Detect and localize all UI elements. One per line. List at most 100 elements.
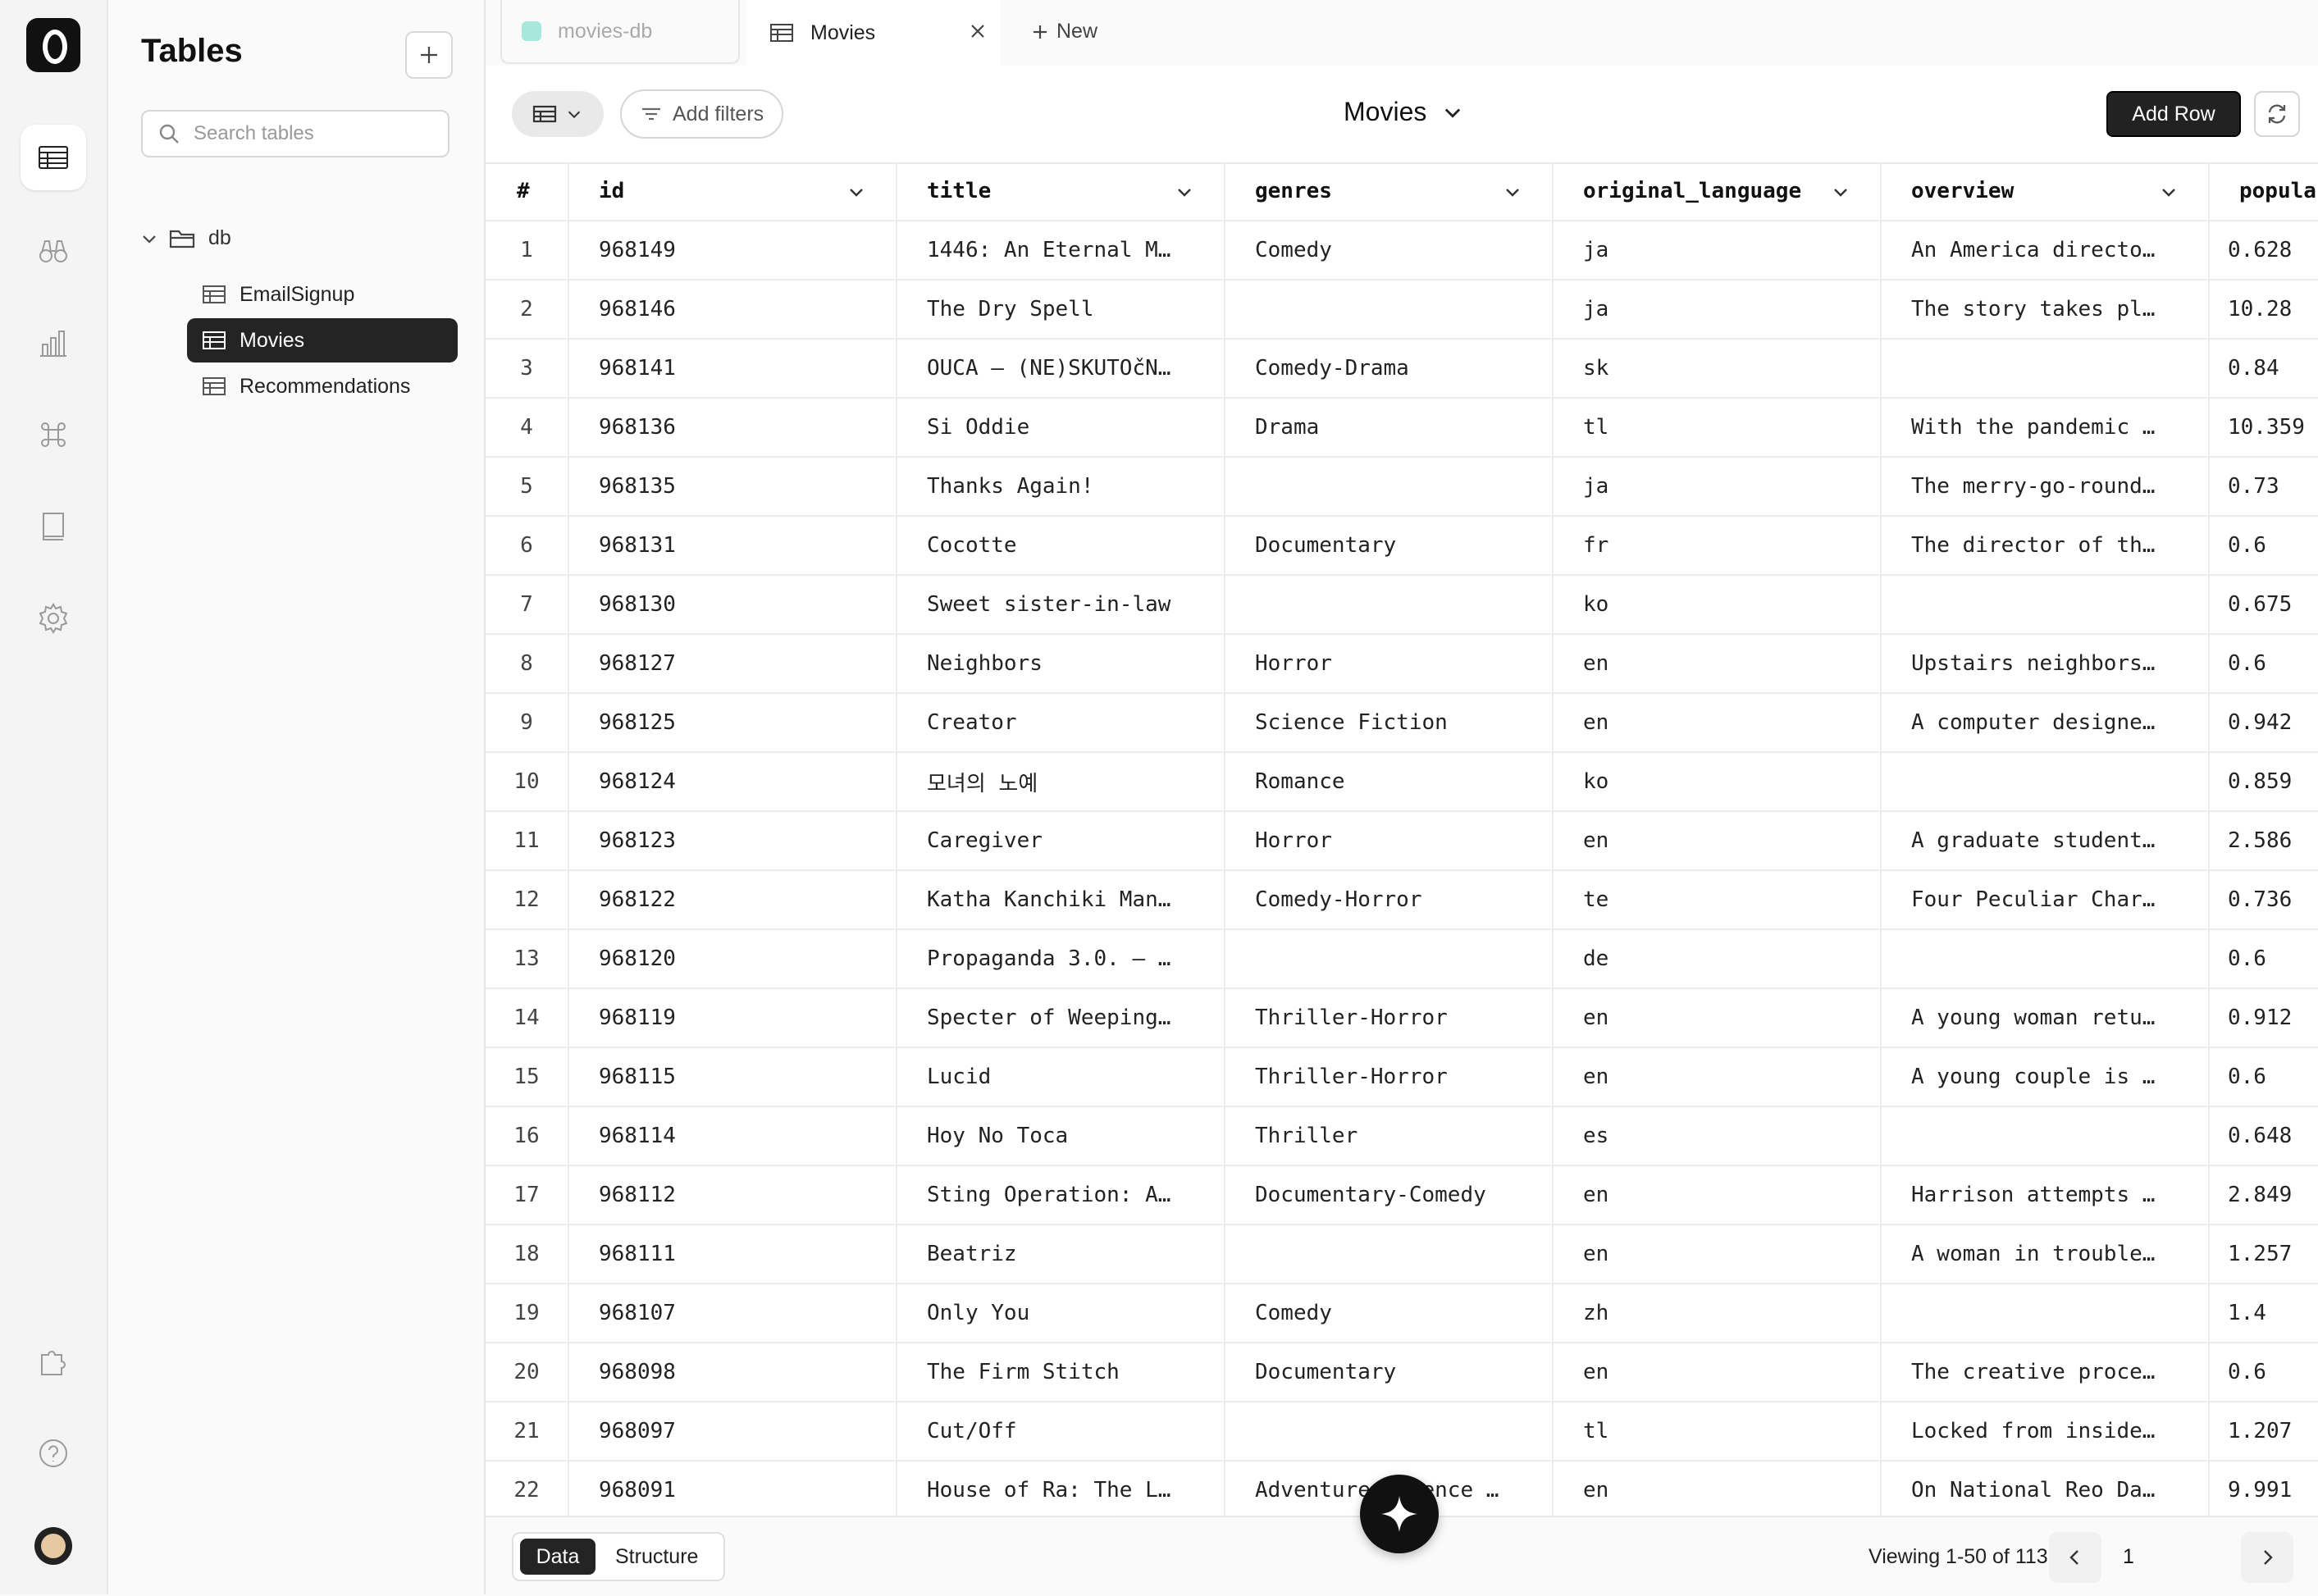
col-original-language-cell[interactable]: en — [1554, 694, 1882, 751]
col-id-cell[interactable]: 968123 — [569, 812, 897, 869]
col-original-language-cell[interactable]: en — [1554, 1225, 1882, 1283]
book-icon[interactable] — [21, 494, 86, 559]
close-tab-button[interactable] — [968, 21, 988, 41]
col-number-cell[interactable]: 18 — [486, 1225, 569, 1283]
col-id-cell[interactable]: 968115 — [569, 1048, 897, 1106]
col-overview-cell[interactable]: Upstairs neighbors… — [1882, 635, 2210, 692]
help-icon[interactable] — [21, 1420, 86, 1486]
col-original-language-cell[interactable]: ja — [1554, 458, 1882, 515]
col-genres-cell[interactable]: Comedy-Drama — [1225, 340, 1554, 397]
col-popularity-cell[interactable]: 9.991 — [2210, 1461, 2318, 1516]
col-popularity-cell[interactable]: 0.6 — [2210, 930, 2318, 987]
col-genres-cell[interactable] — [1225, 1402, 1554, 1460]
col-popularity-cell[interactable]: 0.6 — [2210, 1048, 2318, 1106]
table-row[interactable]: 16 968114 Hoy No Toca Thriller es 0.648 — [486, 1107, 2318, 1166]
col-overview-cell[interactable]: A young couple is … — [1882, 1048, 2210, 1106]
col-number-cell[interactable]: 17 — [486, 1166, 569, 1224]
gear-icon[interactable] — [21, 586, 86, 651]
col-number-cell[interactable]: 14 — [486, 989, 569, 1047]
table-row[interactable]: 1 968149 1446: An Eternal M… Comedy ja An Ame… — [486, 221, 2318, 280]
col-number-cell[interactable]: 4 — [486, 399, 569, 456]
col-id-cell[interactable]: 968149 — [569, 221, 897, 279]
col-number-cell[interactable]: 5 — [486, 458, 569, 515]
col-title-cell[interactable]: Thanks Again! — [897, 458, 1225, 515]
col-genres-cell[interactable]: Thriller — [1225, 1107, 1554, 1165]
table-row[interactable]: 18 968111 Beatriz en A woman in trouble… 1.25… — [486, 1225, 2318, 1284]
col-popularity-cell[interactable]: 1.4 — [2210, 1284, 2318, 1342]
col-id-cell[interactable]: 968146 — [569, 280, 897, 338]
col-number-cell[interactable]: 16 — [486, 1107, 569, 1165]
col-title-cell[interactable]: 모녀의 노예 — [897, 753, 1225, 810]
new-tab-button[interactable]: New — [1030, 20, 1097, 43]
add-row-button[interactable]: Add Row — [2106, 91, 2241, 137]
col-id-cell[interactable]: 968141 — [569, 340, 897, 397]
col-popularity-cell[interactable]: 0.736 — [2210, 871, 2318, 928]
col-title-cell[interactable]: The Firm Stitch — [897, 1343, 1225, 1401]
col-original-language-cell[interactable]: ja — [1554, 221, 1882, 279]
add-table-button[interactable] — [405, 31, 453, 79]
col-original-language-cell[interactable]: ja — [1554, 280, 1882, 338]
puzzle-icon[interactable] — [21, 1329, 86, 1394]
col-overview-cell[interactable] — [1882, 753, 2210, 810]
tab-movies[interactable]: Movies — [746, 0, 1001, 66]
col-title-cell[interactable]: Lucid — [897, 1048, 1225, 1106]
col-overview-cell[interactable]: Locked from inside… — [1882, 1402, 2210, 1460]
chevron-down-icon[interactable] — [1831, 182, 1850, 202]
col-title-cell[interactable]: Hoy No Toca — [897, 1107, 1225, 1165]
ai-assistant-button[interactable] — [1360, 1475, 1439, 1553]
col-original-language-cell[interactable]: sk — [1554, 340, 1882, 397]
col-overview-cell[interactable]: On National Reo Da… — [1882, 1461, 2210, 1516]
col-title-cell[interactable]: OUCA – (NE)SKUTOčN… — [897, 340, 1225, 397]
col-number-cell[interactable]: 3 — [486, 340, 569, 397]
user-avatar[interactable] — [34, 1527, 72, 1565]
col-title-cell[interactable]: Propaganda 3.0. – … — [897, 930, 1225, 987]
col-overview-header[interactable]: overview — [1882, 162, 2210, 220]
col-title-cell[interactable]: Cocotte — [897, 517, 1225, 574]
col-id-cell[interactable]: 968135 — [569, 458, 897, 515]
search-tables-input[interactable] — [192, 121, 441, 146]
table-row[interactable]: 5 968135 Thanks Again! ja The merry-go-round… — [486, 458, 2318, 517]
col-original-language-cell[interactable]: de — [1554, 930, 1882, 987]
col-original-language-cell[interactable]: es — [1554, 1107, 1882, 1165]
table-row[interactable]: 4 968136 Si Oddie Drama tl With the pandemic … — [486, 399, 2318, 458]
sidebar-item-recommendations[interactable]: Recommendations — [187, 364, 458, 408]
col-genres-cell[interactable] — [1225, 576, 1554, 633]
col-title-cell[interactable]: Beatriz — [897, 1225, 1225, 1283]
prev-page-button[interactable] — [2049, 1532, 2101, 1583]
col-popularity-cell[interactable]: 1.207 — [2210, 1402, 2318, 1460]
col-popularity-cell[interactable]: 0.648 — [2210, 1107, 2318, 1165]
col-id-cell[interactable]: 968091 — [569, 1461, 897, 1516]
col-original-language-cell[interactable]: en — [1554, 1343, 1882, 1401]
col-genres-cell[interactable]: Documentary — [1225, 517, 1554, 574]
col-popularity-cell[interactable]: 0.912 — [2210, 989, 2318, 1047]
col-original-language-cell[interactable]: en — [1554, 812, 1882, 869]
table-row[interactable]: 6 968131 Cocotte Documentary fr The director … — [486, 517, 2318, 576]
table-row[interactable]: 20 968098 The Firm Stitch Documentary en The … — [486, 1343, 2318, 1402]
col-original-language-cell[interactable]: en — [1554, 1461, 1882, 1516]
col-title-cell[interactable]: Creator — [897, 694, 1225, 751]
col-original-language-cell[interactable]: en — [1554, 635, 1882, 692]
col-number-cell[interactable]: 7 — [486, 576, 569, 633]
col-genres-header[interactable]: genres — [1225, 162, 1554, 220]
col-genres-cell[interactable] — [1225, 280, 1554, 338]
col-original-language-cell[interactable]: tl — [1554, 1402, 1882, 1460]
col-title-cell[interactable]: Katha Kanchiki Man… — [897, 871, 1225, 928]
col-original-language-cell[interactable]: en — [1554, 989, 1882, 1047]
col-overview-cell[interactable] — [1882, 576, 2210, 633]
col-id-cell[interactable]: 968127 — [569, 635, 897, 692]
col-overview-cell[interactable] — [1882, 1284, 2210, 1342]
col-overview-cell[interactable]: The creative proce… — [1882, 1343, 2210, 1401]
col-original-language-cell[interactable]: tl — [1554, 399, 1882, 456]
col-id-cell[interactable]: 968107 — [569, 1284, 897, 1342]
col-id-cell[interactable]: 968124 — [569, 753, 897, 810]
col-title-cell[interactable]: Only You — [897, 1284, 1225, 1342]
col-title-cell[interactable]: Si Oddie — [897, 399, 1225, 456]
col-popularity-cell[interactable]: 1.257 — [2210, 1225, 2318, 1283]
col-id-cell[interactable]: 968122 — [569, 871, 897, 928]
table-row[interactable]: 7 968130 Sweet sister-in-law ko 0.675 — [486, 576, 2318, 635]
col-id-cell[interactable]: 968098 — [569, 1343, 897, 1401]
table-row[interactable]: 13 968120 Propaganda 3.0. – … de 0.6 — [486, 930, 2318, 989]
col-overview-cell[interactable]: Four Peculiar Char… — [1882, 871, 2210, 928]
col-overview-cell[interactable]: The story takes pl… — [1882, 280, 2210, 338]
col-number-cell[interactable]: 11 — [486, 812, 569, 869]
